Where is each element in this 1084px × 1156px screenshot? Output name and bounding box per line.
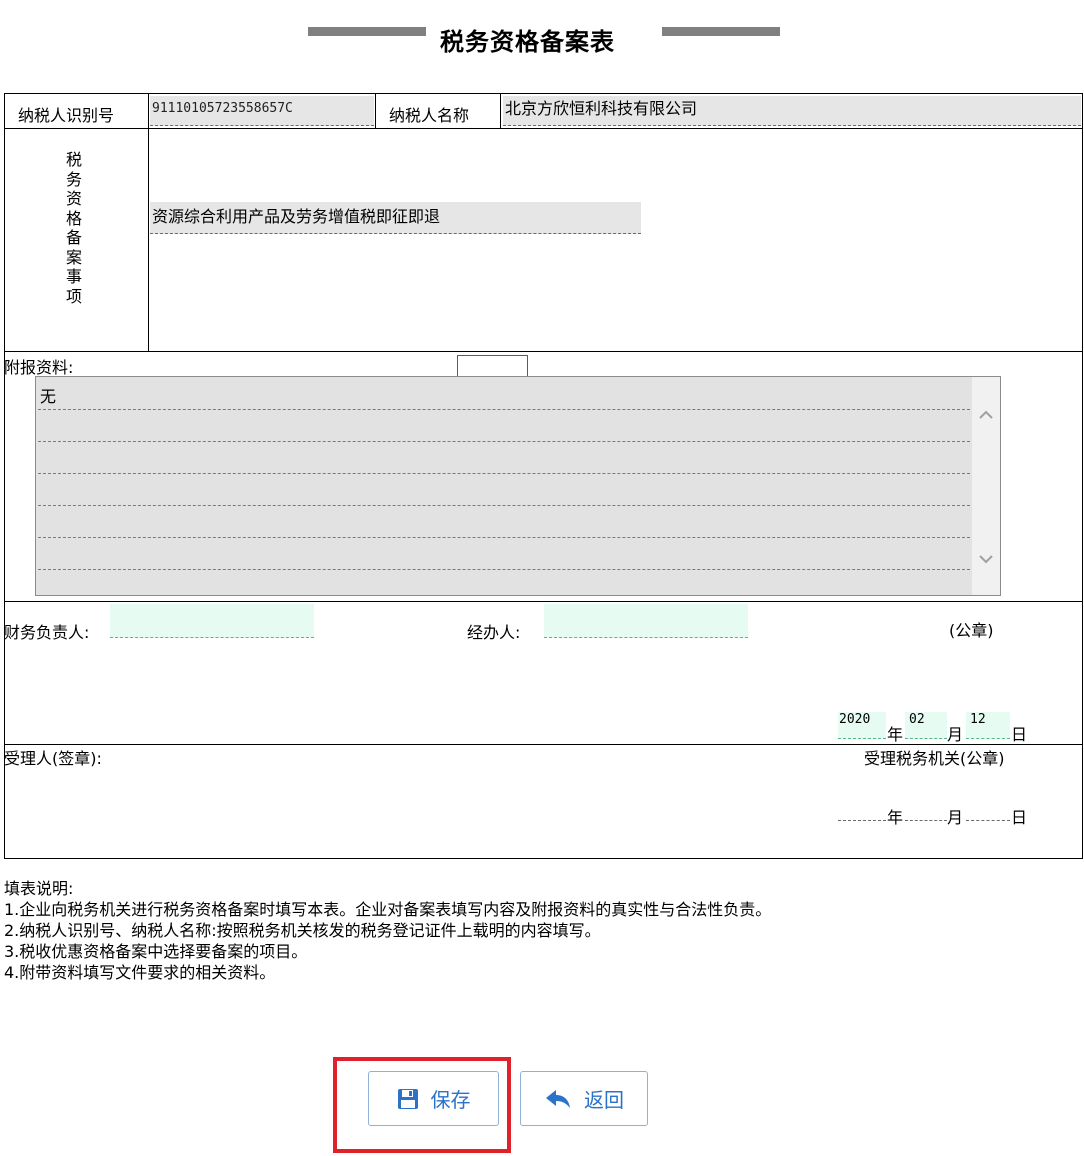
acceptance-year-label: 年 [887,808,904,827]
floppy-disk-icon [397,1088,418,1109]
reply-arrow-icon [546,1089,570,1108]
taxpayer-name-field[interactable]: 北京方欣恒利科技有限公司 [503,96,1081,126]
handler-field[interactable] [544,604,748,638]
finance-manager-field[interactable] [110,604,314,638]
acceptance-day-label: 日 [1011,808,1028,827]
save-button[interactable]: 保存 [368,1071,499,1126]
instruction-item: 4.附带资料填写文件要求的相关资料。 [4,963,276,982]
acceptance-month-label: 月 [947,808,964,827]
year-value: 2020 [839,712,871,727]
acceptance-month-blank [905,820,947,821]
filing-matter-label: 税 务 资 格 备 案 事 项 [65,150,82,306]
attachments-textarea[interactable]: 无 [35,376,1001,596]
save-button-label: 保存 [430,1088,471,1112]
month-label: 月 [947,725,964,744]
handler-label: 经办人: [467,623,521,642]
acceptance-year-blank [838,820,886,821]
instructions-heading: 填表说明: [4,879,74,898]
instruction-item: 1.企业向税务机关进行税务资格备案时填写本表。企业对备案表填写内容及附报资料的真… [4,900,772,919]
finance-manager-label: 财务负责人: [4,623,90,642]
day-label: 日 [1011,725,1028,744]
instruction-item: 3.税收优惠资格备案中选择要备案的项目。 [4,942,308,961]
acceptance-day-blank [966,820,1010,821]
back-button[interactable]: 返回 [520,1071,648,1126]
tax-office-label: 受理税务机关(公章) [864,749,1005,768]
back-button-label: 返回 [584,1088,624,1112]
year-label: 年 [887,725,904,744]
taxpayer-id-label: 纳税人识别号 [18,106,115,125]
title-bar-left [308,27,426,36]
filing-matter-field[interactable]: 资源综合利用产品及劳务增值税即征即退 [150,202,641,234]
form-instructions: 填表说明: 1.企业向税务机关进行税务资格备案时填写本表。企业对备案表填写内容及… [4,878,771,983]
page-title: 税务资格备案表 [440,27,615,56]
taxpayer-name-label: 纳税人名称 [389,106,470,125]
month-value: 02 [909,712,925,727]
textarea-scrollbar[interactable] [972,377,1000,595]
chevron-up-icon[interactable] [978,407,994,423]
taxpayer-id-field[interactable]: 91110105723558657C [150,96,374,126]
chevron-down-icon[interactable] [978,551,994,567]
attachments-text: 无 [40,387,57,406]
attachments-label: 附报资料: [4,358,74,377]
seal-label: (公章) [949,621,994,640]
day-value: 12 [970,712,986,727]
title-bar-right [662,27,780,36]
instruction-item: 2.纳税人识别号、纳税人名称:按照税务机关核发的税务登记证件上载明的内容填写。 [4,921,601,940]
receiver-label: 受理人(签章): [4,749,102,768]
